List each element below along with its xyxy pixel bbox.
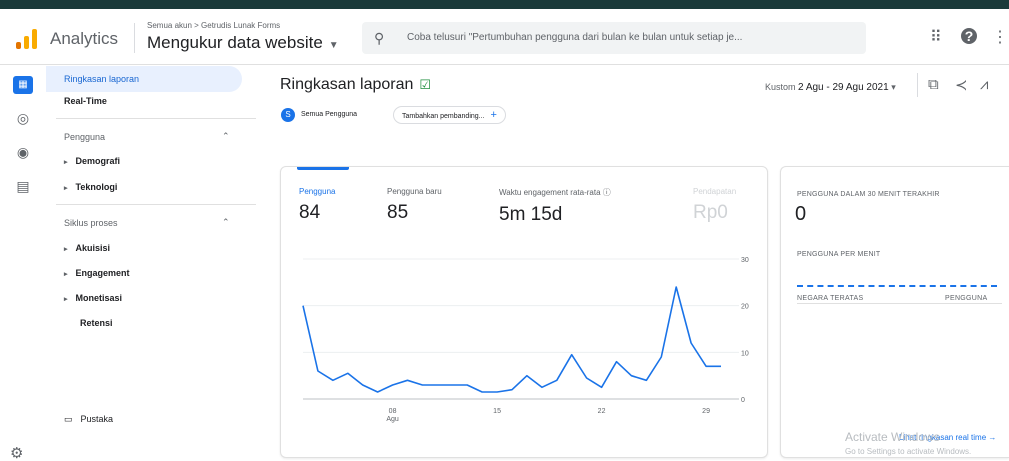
- realtime-per-minute-label: PENGGUNA PER MENIT: [797, 251, 881, 258]
- col-header-country: NEGARA TERATAS: [797, 295, 864, 302]
- x-tick-label: 29: [702, 408, 710, 415]
- page-title-text: Ringkasan laporan: [280, 76, 414, 93]
- explore-icon[interactable]: ◎: [13, 110, 33, 128]
- apps-icon[interactable]: ⠿: [930, 27, 942, 47]
- advertising-icon[interactable]: ◉: [13, 144, 33, 162]
- search-placeholder: Coba telusuri "Pertumbuhan pengguna dari…: [407, 32, 743, 43]
- nav-item-label: Demografi: [75, 156, 121, 166]
- segment-letter-badge: S: [281, 108, 295, 122]
- x-tick-label: 22: [598, 408, 606, 415]
- triangle-right-icon: ▸: [64, 271, 68, 278]
- triangle-right-icon: ▸: [64, 185, 68, 192]
- more-vert-icon[interactable]: ⋮: [992, 27, 1008, 47]
- chevron-up-icon[interactable]: ⌃: [222, 131, 230, 142]
- app-name[interactable]: Analytics: [50, 29, 118, 49]
- help-icon[interactable]: ?: [961, 28, 977, 44]
- nav-item-label: Pustaka: [80, 414, 114, 424]
- property-selector[interactable]: Mengukur data website ▼: [147, 33, 339, 53]
- nav-item-monetization[interactable]: ▸ Monetisasi: [64, 293, 122, 303]
- x-tick-label: 15: [493, 408, 501, 415]
- add-comparison-label: Tambahkan pembanding...: [402, 113, 485, 120]
- insights-icon[interactable]: ⩘: [980, 76, 988, 93]
- header-divider: [134, 23, 135, 53]
- nav-divider: [56, 118, 256, 119]
- series-line-users[interactable]: [302, 286, 721, 393]
- add-comparison-chip[interactable]: Tambahkan pembanding... +: [393, 106, 506, 124]
- folder-icon: ▭: [64, 414, 73, 424]
- top-app-bar: Analytics Semua akun > Getrudis Lunak Fo…: [0, 9, 1009, 65]
- caret-down-icon: ▾: [891, 82, 896, 92]
- metrics-chart-card: Pengguna 84 Pengguna baru 85 Waktu engag…: [280, 166, 768, 458]
- caret-down-icon: ▼: [328, 40, 339, 51]
- nav-realtime[interactable]: Real-Time: [46, 88, 242, 114]
- col-header-users: PENGGUNA: [945, 295, 988, 302]
- share-icon[interactable]: ≺: [955, 76, 968, 94]
- triangle-right-icon: ▸: [64, 296, 68, 303]
- nav-item-label: Monetisasi: [75, 293, 123, 303]
- segment-chip-label: Semua Pengguna: [301, 111, 358, 118]
- activate-windows-hint: Go to Settings to activate Windows.: [845, 447, 972, 456]
- settings-gear-icon[interactable]: ⚙: [10, 444, 23, 461]
- x-tick-label: Agu: [386, 416, 399, 423]
- left-rail: ▦ ◎ ◉ ▤: [0, 66, 46, 461]
- customize-report-icon[interactable]: ⧉: [928, 76, 939, 93]
- nav-item-technology[interactable]: ▸ Teknologi: [64, 182, 117, 192]
- activate-windows-watermark: Activate Windows: [845, 430, 940, 444]
- segment-chip-all-users[interactable]: S Semua Pengguna: [281, 105, 365, 125]
- date-range-picker[interactable]: Kustom 2 Agu - 29 Agu 2021 ▾: [765, 82, 896, 93]
- y-tick-label: 10: [741, 350, 749, 357]
- nav-item-acquisition[interactable]: ▸ Akuisisi: [64, 243, 110, 253]
- account-breadcrumb[interactable]: Semua akun > Getrudis Lunak Forms: [147, 21, 280, 30]
- realtime-title: PENGGUNA DALAM 30 MENIT TERAKHIR: [797, 191, 940, 198]
- realtime-users-value: 0: [795, 203, 807, 225]
- property-name: Mengukur data website: [147, 33, 323, 52]
- toolbar-divider: [917, 73, 918, 97]
- per-minute-sparkline: [797, 285, 997, 287]
- nav-item-library[interactable]: ▭ Pustaka: [64, 414, 113, 425]
- search-icon: ⚲: [374, 30, 385, 46]
- analytics-logo-icon[interactable]: [16, 29, 38, 49]
- plus-icon: +: [490, 109, 497, 121]
- nav-item-label: Engagement: [75, 268, 130, 278]
- nav-item-demographics[interactable]: ▸ Demografi: [64, 156, 120, 166]
- check-status-icon[interactable]: ☑: [419, 77, 431, 92]
- date-range-prefix: Kustom: [765, 82, 796, 92]
- page-title: Ringkasan laporan ☑: [280, 76, 431, 94]
- y-tick-label: 30: [741, 257, 749, 264]
- configure-icon[interactable]: ▤: [13, 178, 33, 196]
- x-tick-label: 08: [389, 408, 397, 415]
- search-bar[interactable]: ⚲ Coba telusuri "Pertumbuhan pengguna da…: [362, 22, 866, 54]
- realtime-card: PENGGUNA DALAM 30 MENIT TERAKHIR 0 PENGG…: [780, 166, 1009, 458]
- nav-item-label: Akuisisi: [75, 243, 111, 253]
- y-tick-label: 0: [741, 397, 745, 404]
- nav-item-engagement[interactable]: ▸ Engagement: [64, 268, 130, 278]
- triangle-right-icon: ▸: [64, 159, 68, 166]
- reports-icon[interactable]: ▦: [13, 76, 33, 94]
- y-tick-label: 20: [741, 304, 749, 311]
- report-nav: Ringkasan laporan Real-Time Pengguna ⌃ ▸…: [46, 66, 256, 461]
- nav-item-retention[interactable]: Retensi: [80, 318, 113, 328]
- table-divider: [797, 303, 1002, 304]
- nav-item-label: Teknologi: [75, 182, 118, 192]
- nav-section-user[interactable]: Pengguna: [64, 132, 105, 142]
- chevron-up-icon[interactable]: ⌃: [222, 217, 230, 228]
- window-top-border: [0, 0, 1009, 9]
- users-line-chart: 0 10 20 30 08Agu 15 22 29: [302, 257, 749, 423]
- nav-section-lifecycle[interactable]: Siklus proses: [64, 218, 118, 228]
- triangle-right-icon: ▸: [64, 246, 68, 253]
- nav-divider: [56, 204, 256, 205]
- date-range-value: 2 Agu - 29 Agu 2021: [798, 82, 889, 93]
